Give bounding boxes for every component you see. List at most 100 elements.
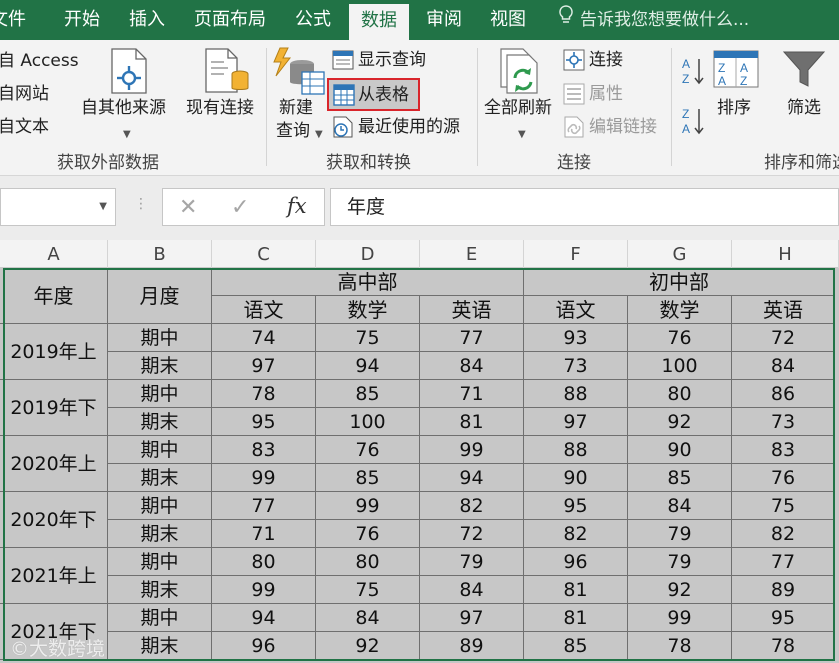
term-cell[interactable]: 期末 [108,520,212,548]
term-cell[interactable]: 期中 [108,380,212,408]
score-cell[interactable]: 75 [316,576,420,604]
column-header-b[interactable]: B [108,240,212,268]
score-cell[interactable]: 85 [316,464,420,492]
header-cell-group-middle[interactable]: 初中部 [524,268,835,296]
score-cell[interactable]: 95 [732,604,835,632]
score-cell[interactable]: 100 [628,352,732,380]
cancel-icon[interactable]: ✕ [179,195,197,220]
header-cell-term[interactable]: 月度 [108,268,212,324]
new-query-label-line1[interactable]: 新建 [279,97,313,119]
score-cell[interactable]: 82 [524,520,628,548]
score-cell[interactable]: 78 [212,380,316,408]
refresh-all-icon[interactable] [497,48,545,98]
score-cell[interactable]: 97 [212,352,316,380]
term-cell[interactable]: 期中 [108,548,212,576]
score-cell[interactable]: 77 [212,492,316,520]
score-cell[interactable]: 97 [524,408,628,436]
year-cell[interactable]: 2019年上 [0,324,108,380]
score-cell[interactable]: 75 [316,324,420,352]
insert-function-button[interactable]: fx [287,194,307,218]
chevron-down-icon[interactable]: ▼ [99,201,107,212]
from-table-button[interactable]: 从表格 [327,78,420,111]
tab-file[interactable]: 文件 [0,0,26,40]
sort-descending-icon[interactable]: ZA [681,106,705,140]
score-cell[interactable]: 74 [212,324,316,352]
score-cell[interactable]: 80 [628,380,732,408]
tab-home[interactable]: 开始 [64,0,100,40]
show-queries-button[interactable]: 显示查询 [358,49,426,71]
term-cell[interactable]: 期中 [108,604,212,632]
score-cell[interactable]: 77 [732,548,835,576]
score-cell[interactable]: 84 [420,352,524,380]
score-cell[interactable]: 85 [524,632,628,660]
score-cell[interactable]: 85 [628,464,732,492]
score-cell[interactable]: 99 [420,436,524,464]
score-cell[interactable]: 80 [212,548,316,576]
score-cell[interactable]: 77 [420,324,524,352]
header-cell-group-high[interactable]: 高中部 [212,268,524,296]
column-header-f[interactable]: F [524,240,628,268]
properties-button[interactable]: 属性 [589,83,623,105]
score-cell[interactable]: 84 [316,604,420,632]
score-cell[interactable]: 88 [524,380,628,408]
header-cell-subject[interactable]: 英语 [420,296,524,324]
score-cell[interactable]: 96 [212,632,316,660]
filter-button[interactable]: 筛选 [787,97,821,119]
column-header-g[interactable]: G [628,240,732,268]
score-cell[interactable]: 90 [628,436,732,464]
score-cell[interactable]: 71 [420,380,524,408]
sort-icon[interactable]: Z A A Z [713,50,759,94]
year-cell[interactable]: 2021年上 [0,548,108,604]
score-cell[interactable]: 81 [420,408,524,436]
score-cell[interactable]: 79 [420,548,524,576]
refresh-all-button[interactable]: 全部刷新 [484,97,552,119]
formula-input[interactable]: 年度 [330,188,839,226]
header-cell-subject[interactable]: 英语 [732,296,835,324]
column-header-c[interactable]: C [212,240,316,268]
score-cell[interactable]: 100 [316,408,420,436]
score-cell[interactable]: 79 [628,520,732,548]
score-cell[interactable]: 83 [732,436,835,464]
score-cell[interactable]: 73 [524,352,628,380]
from-other-sources-icon[interactable] [110,48,148,98]
score-cell[interactable]: 95 [212,408,316,436]
score-cell[interactable]: 84 [732,352,835,380]
score-cell[interactable]: 82 [420,492,524,520]
score-cell[interactable]: 85 [316,380,420,408]
tab-insert[interactable]: 插入 [129,0,165,40]
score-cell[interactable]: 75 [732,492,835,520]
connections-button[interactable]: 连接 [589,49,623,71]
from-web-button[interactable]: 自网站 [0,83,49,105]
score-cell[interactable]: 83 [212,436,316,464]
score-cell[interactable]: 73 [732,408,835,436]
score-cell[interactable]: 95 [524,492,628,520]
score-cell[interactable]: 86 [732,380,835,408]
term-cell[interactable]: 期中 [108,436,212,464]
existing-connections-icon[interactable] [204,48,250,98]
from-text-button[interactable]: 自文本 [0,116,49,138]
score-cell[interactable]: 82 [732,520,835,548]
score-cell[interactable]: 78 [732,632,835,660]
term-cell[interactable]: 期末 [108,576,212,604]
tab-view[interactable]: 视图 [490,0,526,40]
year-cell[interactable]: 2020年上 [0,436,108,492]
year-cell[interactable]: 2020年下 [0,492,108,548]
from-other-sources-button[interactable]: 自其他来源 [81,97,166,119]
term-cell[interactable]: 期末 [108,464,212,492]
score-cell[interactable]: 90 [524,464,628,492]
score-cell[interactable]: 99 [628,604,732,632]
term-cell[interactable]: 期末 [108,352,212,380]
formula-bar-resize-handle[interactable]: ⋮ [134,196,148,212]
column-header-h[interactable]: H [732,240,839,268]
header-cell-subject[interactable]: 语文 [212,296,316,324]
term-cell[interactable]: 期末 [108,632,212,660]
score-cell[interactable]: 92 [628,576,732,604]
score-cell[interactable]: 94 [212,604,316,632]
tab-formulas[interactable]: 公式 [295,0,331,40]
score-cell[interactable]: 72 [732,324,835,352]
score-cell[interactable]: 97 [420,604,524,632]
score-cell[interactable]: 92 [316,632,420,660]
score-cell[interactable]: 94 [420,464,524,492]
score-cell[interactable]: 84 [628,492,732,520]
score-cell[interactable]: 80 [316,548,420,576]
